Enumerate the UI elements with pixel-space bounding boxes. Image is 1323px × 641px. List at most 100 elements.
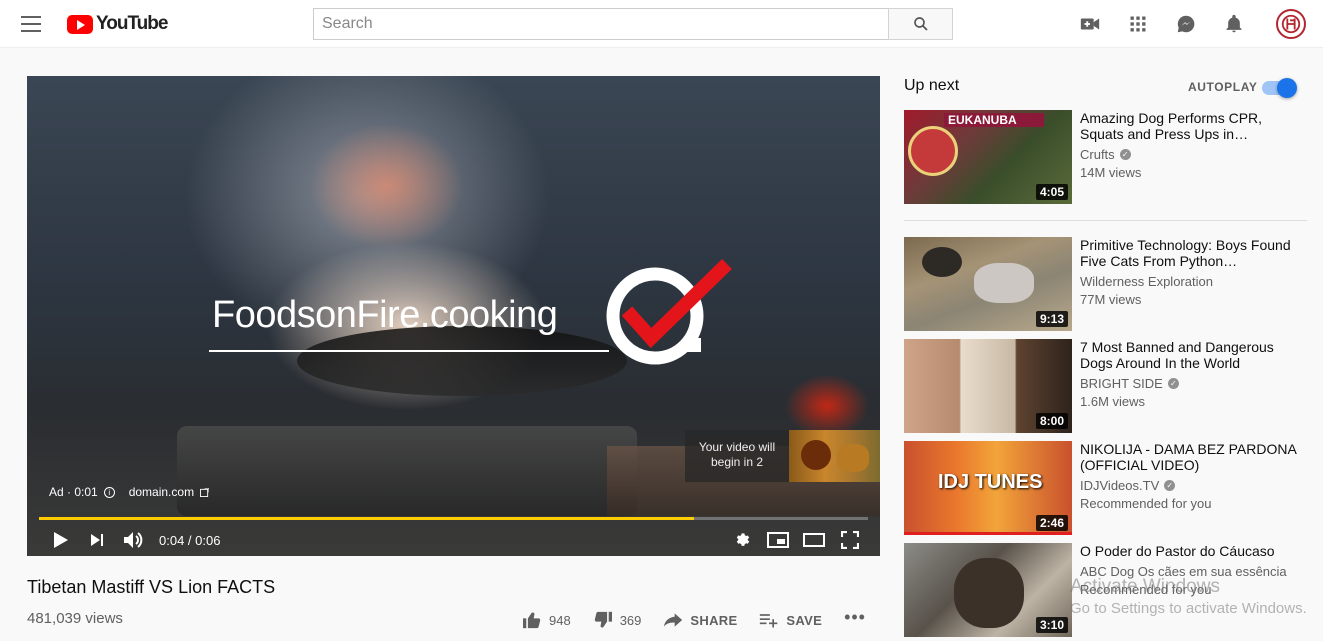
video-duration: 9:13 <box>1035 311 1068 327</box>
info-icon[interactable]: i <box>103 486 115 498</box>
recommended-video[interactable]: IDJ TUNES 2:46 NIKOLIJA - DAMA BEZ PARDO… <box>904 441 1314 535</box>
toggle-knob <box>1277 78 1297 98</box>
save-label: SAVE <box>786 612 823 628</box>
gear-icon <box>736 533 750 546</box>
video-thumbnail[interactable]: EUKANUBA 4:05 <box>904 110 1072 204</box>
watermark-line-2: Go to Settings to activate Windows. <box>1070 600 1307 617</box>
search-button[interactable] <box>888 8 953 40</box>
video-player[interactable]: FoodsonFire.cooking Your video will begi… <box>27 76 880 556</box>
verified-check-icon: ✓ <box>1164 480 1176 491</box>
channel-name[interactable]: BRIGHT SIDE ✓ <box>1080 376 1306 391</box>
watch-progress-bar <box>904 532 1072 535</box>
next-button[interactable] <box>79 524 115 556</box>
video-title[interactable]: 7 Most Banned and Dangerous Dogs Around … <box>1080 339 1306 371</box>
ad-brand-text: FoodsonFire.cooking <box>212 294 558 336</box>
search-icon <box>913 17 928 31</box>
external-link-icon <box>200 487 210 497</box>
crufts-badge-icon <box>908 126 958 176</box>
autoplay-toggle[interactable] <box>1262 78 1297 98</box>
dislike-button[interactable]: 369 <box>593 611 641 629</box>
ad-scene-stove <box>177 426 637 516</box>
miniplayer-icon <box>767 532 789 548</box>
preview-thumbnail <box>789 430 880 482</box>
menu-icon[interactable] <box>21 16 41 32</box>
thumbnail-banner: EUKANUBA <box>944 113 1044 127</box>
ad-label: Ad · 0:01 <box>49 485 98 499</box>
up-next-divider <box>904 220 1307 221</box>
share-icon <box>664 613 683 627</box>
video-meta: 14M views <box>1080 165 1142 180</box>
miniplayer-button[interactable] <box>760 524 796 556</box>
share-label: SHARE <box>690 612 738 628</box>
video-title[interactable]: O Poder do Pastor do Cáucaso <box>1080 543 1306 559</box>
youtube-logo[interactable]: YouTube <box>67 13 168 35</box>
video-duration: 8:00 <box>1035 413 1068 429</box>
progress-fill <box>39 517 694 520</box>
youtube-play-logo-icon <box>67 14 93 34</box>
windows-activation-watermark: Activate Windows Go to Settings to activ… <box>1070 576 1307 620</box>
view-count: 481,039 views <box>27 610 123 627</box>
watermark-line-1: Activate Windows <box>1070 576 1220 597</box>
save-button[interactable]: SAVE <box>759 612 822 628</box>
progress-bar[interactable] <box>39 517 868 520</box>
video-title[interactable]: Amazing Dog Performs CPR, Squats and Pre… <box>1080 110 1306 142</box>
apps-grid-icon[interactable] <box>1126 12 1150 36</box>
share-button[interactable]: SHARE <box>663 612 737 628</box>
ad-checkmark-logo-icon <box>606 258 732 365</box>
play-icon <box>54 532 68 548</box>
theater-mode-button[interactable] <box>796 524 832 556</box>
video-duration: 2:46 <box>1035 515 1068 531</box>
avatar-logo-icon <box>1281 14 1301 34</box>
thumbs-down-icon <box>594 611 612 628</box>
channel-label: BRIGHT SIDE <box>1080 376 1163 391</box>
volume-button[interactable] <box>115 524 151 556</box>
volume-icon <box>124 532 143 548</box>
upcoming-video-preview[interactable]: Your video will begin in 2 <box>685 430 880 482</box>
like-button[interactable]: 948 <box>522 611 571 629</box>
ad-info: Ad · 0:01 i domain.com <box>49 485 210 499</box>
ad-brand-underline <box>209 350 609 352</box>
play-button[interactable] <box>43 524 79 556</box>
account-avatar[interactable] <box>1276 9 1306 39</box>
search-input[interactable] <box>313 8 888 40</box>
video-thumbnail[interactable]: 3:10 <box>904 543 1072 637</box>
video-title[interactable]: NIKOLIJA - DAMA BEZ PARDONA (OFFICIAL VI… <box>1080 441 1306 473</box>
channel-label: Wilderness Exploration <box>1080 274 1213 289</box>
video-duration: 3:10 <box>1035 617 1068 633</box>
time-display: 0:04 / 0:06 <box>159 532 221 548</box>
create-video-icon[interactable] <box>1078 12 1102 36</box>
theater-mode-icon <box>803 533 825 547</box>
ad-domain-link[interactable]: domain.com <box>129 485 194 499</box>
thumbnail-logo-text: IDJ TUNES <box>938 471 1043 493</box>
notifications-bell-icon[interactable] <box>1222 12 1246 36</box>
video-title: Tibetan Mastiff VS Lion FACTS <box>27 577 276 597</box>
recommended-video[interactable]: 8:00 7 Most Banned and Dangerous Dogs Ar… <box>904 339 1314 433</box>
video-thumbnail[interactable]: IDJ TUNES 2:46 <box>904 441 1072 535</box>
thumbs-up-icon <box>523 612 541 629</box>
skip-next-icon <box>91 534 103 546</box>
video-thumbnail[interactable]: 8:00 <box>904 339 1072 433</box>
fullscreen-button[interactable] <box>832 524 868 556</box>
video-meta: 77M views <box>1080 292 1142 307</box>
verified-check-icon: ✓ <box>1167 378 1179 389</box>
channel-name[interactable]: Wilderness Exploration <box>1080 274 1306 289</box>
up-next-heading: Up next <box>904 77 960 94</box>
video-title[interactable]: Primitive Technology: Boys Found Five Ca… <box>1080 237 1306 269</box>
verified-check-icon: ✓ <box>1119 149 1131 160</box>
more-actions-button[interactable]: ••• <box>844 607 866 628</box>
recommended-video[interactable]: 9:13 Primitive Technology: Boys Found Fi… <box>904 237 1314 331</box>
settings-button[interactable] <box>724 524 760 556</box>
video-actions: 948 369 SHARE SAVE ••• <box>522 607 866 629</box>
messages-icon[interactable] <box>1174 12 1198 36</box>
channel-label: IDJVideos.TV <box>1080 478 1160 493</box>
logo-text: YouTube <box>96 13 168 34</box>
player-controls: 0:04 / 0:06 <box>27 524 880 556</box>
video-thumbnail[interactable]: 9:13 <box>904 237 1072 331</box>
channel-name[interactable]: Crufts ✓ <box>1080 147 1306 162</box>
recommended-video[interactable]: EUKANUBA 4:05 Amazing Dog Performs CPR, … <box>904 110 1314 204</box>
video-meta: Recommended for you <box>1080 496 1212 511</box>
preview-countdown-text: Your video will begin in 2 <box>685 430 789 482</box>
channel-label: Crufts <box>1080 147 1115 162</box>
channel-name[interactable]: IDJVideos.TV ✓ <box>1080 478 1306 493</box>
video-meta: 1.6M views <box>1080 394 1146 409</box>
